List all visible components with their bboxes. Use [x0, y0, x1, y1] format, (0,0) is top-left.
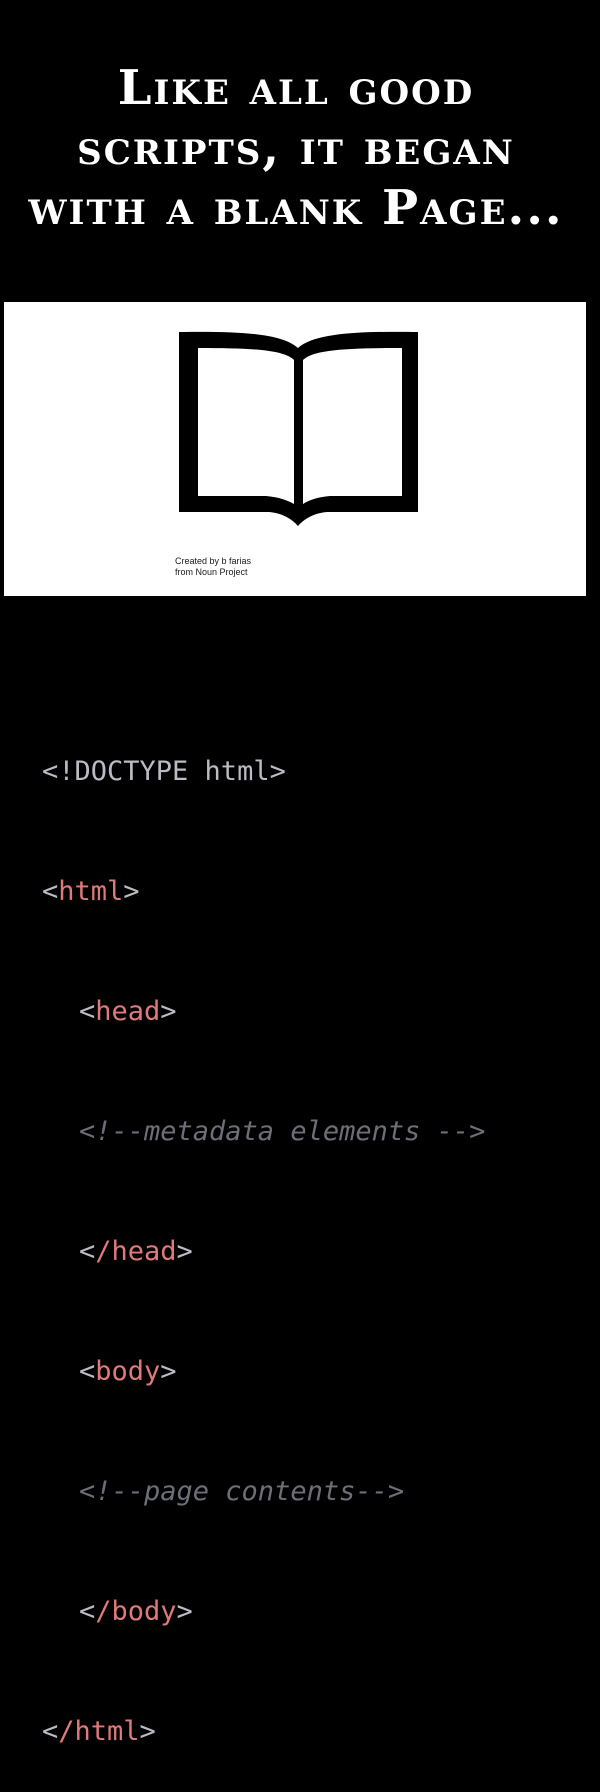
headline-line-3: with a blank Page... [28, 180, 564, 236]
code-line-doctype: <!DOCTYPE html> [42, 756, 286, 787]
headline: Like all good scripts, it began with a b… [0, 58, 592, 238]
code-line-html-open: <html> [42, 876, 140, 907]
headline-line-1: Like all good [117, 60, 475, 116]
code-block: <!DOCTYPE html> <html> <head> <!--metada… [42, 672, 485, 1792]
code-line-metadata-comment: <!--metadata elements --> [79, 1116, 486, 1147]
image-credit: Created by b farias from Noun Project [175, 556, 251, 578]
book-image-panel: Created by b farias from Noun Project [4, 302, 586, 596]
code-line-head-open: <head> [79, 996, 177, 1027]
credit-line-2: from Noun Project [175, 567, 248, 577]
code-line-html-close: </html> [42, 1716, 156, 1747]
open-book-icon [179, 331, 418, 526]
credit-line-1: Created by b farias [175, 556, 252, 566]
code-line-body-open: <body> [79, 1356, 177, 1387]
code-line-body-close: </body> [79, 1596, 193, 1627]
code-line-head-close: </head> [79, 1236, 193, 1267]
headline-line-2: scripts, it began [77, 120, 515, 176]
code-line-page-comment: <!--page contents--> [79, 1476, 405, 1507]
